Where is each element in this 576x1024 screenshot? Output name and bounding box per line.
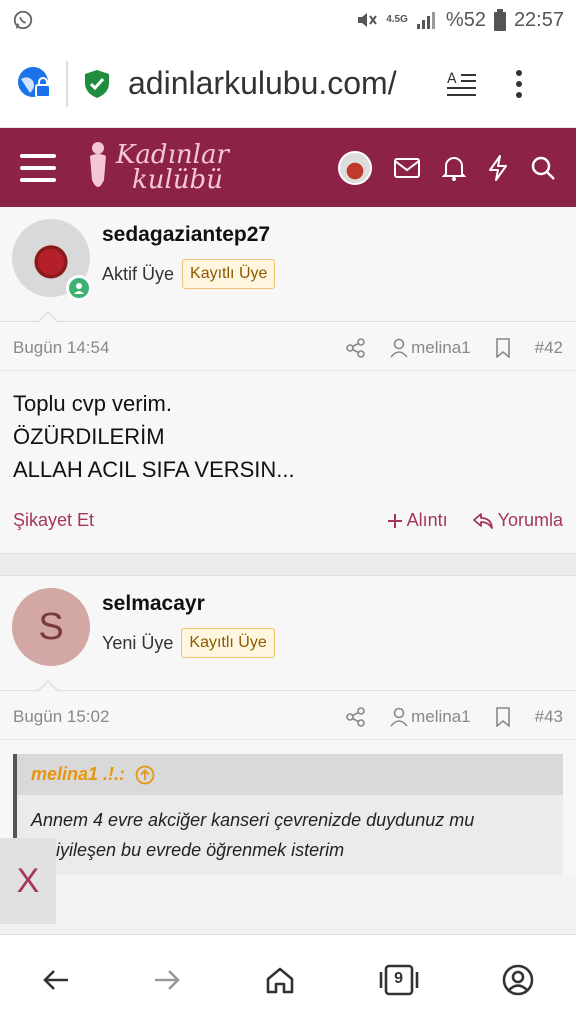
bookmark-icon[interactable] bbox=[495, 707, 511, 727]
user-avatar[interactable] bbox=[338, 150, 372, 185]
user-rank: Aktif Üye bbox=[102, 263, 175, 284]
post-time[interactable]: Bugün 15:02 bbox=[13, 707, 109, 727]
quote-author: melina1 .!.: bbox=[31, 764, 126, 784]
browser-bottom-nav: 9 bbox=[0, 934, 576, 1024]
logo-line2: kulübü bbox=[132, 164, 223, 195]
quote-button[interactable]: Alıntı bbox=[387, 510, 448, 531]
mail-icon[interactable] bbox=[394, 157, 420, 178]
quote-line: Annem 4 evre akciğer kanseri çevrenizde … bbox=[31, 810, 475, 830]
post-user-block: S selmacayr Yeni Üye Kayıtlı Üye bbox=[0, 576, 576, 690]
post-number[interactable]: #42 bbox=[535, 338, 563, 358]
plus-icon bbox=[387, 513, 402, 528]
quote-label: Alıntı bbox=[406, 510, 448, 530]
tabs-count: 9 bbox=[394, 969, 404, 987]
quote-block: melina1 .!.: Annem 4 evre akciğer kanser… bbox=[13, 754, 563, 875]
quote-line: bu iyileşen bu evrede öğrenmek isterim bbox=[31, 840, 345, 860]
user-rank: Yeni Üye bbox=[102, 632, 174, 653]
post-line: Toplu cvp verim. bbox=[13, 391, 172, 416]
divider bbox=[0, 680, 576, 691]
url-divider bbox=[66, 60, 68, 107]
thread-content: sedagaziantep27 Aktif Üye Kayıtlı Üye Bu… bbox=[0, 207, 576, 934]
reply-label: Yorumla bbox=[497, 510, 563, 530]
share-icon[interactable] bbox=[346, 338, 366, 358]
post-42: sedagaziantep27 Aktif Üye Kayıtlı Üye Bu… bbox=[0, 207, 576, 554]
reply-button[interactable]: Yorumla bbox=[472, 510, 563, 531]
user-avatar[interactable]: S bbox=[12, 588, 90, 666]
post-number[interactable]: #43 bbox=[535, 707, 563, 727]
post-time[interactable]: Bugün 14:54 bbox=[13, 338, 109, 358]
svg-text:A: A bbox=[447, 71, 457, 87]
user-icon bbox=[390, 707, 408, 727]
globe-lock-icon[interactable] bbox=[16, 65, 54, 103]
bell-icon[interactable] bbox=[442, 155, 466, 181]
post-separator bbox=[0, 554, 576, 576]
close-ad-button[interactable]: X bbox=[0, 838, 56, 924]
bookmark-icon[interactable] bbox=[495, 338, 511, 358]
logo-line1: Kadınlar bbox=[116, 139, 229, 170]
shield-check-icon bbox=[84, 69, 110, 99]
quoted-user[interactable]: melina1 bbox=[390, 707, 471, 727]
post-line: ALLAH ACIL SIFA VERSIN... bbox=[13, 457, 295, 482]
signal-icon bbox=[416, 10, 438, 30]
whatsapp-icon bbox=[12, 9, 34, 31]
clock: 22:57 bbox=[513, 8, 564, 31]
hamburger-menu-icon[interactable] bbox=[20, 153, 56, 182]
lightning-icon[interactable] bbox=[488, 154, 508, 181]
quote-header[interactable]: melina1 .!.: bbox=[17, 754, 563, 795]
quote-body: Annem 4 evre akciğer kanseri çevrenizde … bbox=[17, 795, 563, 875]
user-badge: Kayıtlı Üye bbox=[182, 259, 276, 289]
post-line: ÖZÜRDILERİM bbox=[13, 424, 165, 449]
url-field[interactable]: adinlarkulubu.com/ bbox=[128, 65, 433, 102]
battery-icon bbox=[493, 9, 506, 31]
site-logo[interactable]: Kadınlar kulübü bbox=[84, 140, 229, 196]
network-label: 4.5G bbox=[386, 14, 408, 25]
post-43: S selmacayr Yeni Üye Kayıtlı Üye Bugün 1… bbox=[0, 576, 576, 875]
battery-percent: %52 bbox=[445, 8, 486, 31]
reply-icon bbox=[472, 512, 493, 529]
tabs-icon[interactable]: 9 bbox=[379, 964, 419, 996]
user-avatar[interactable] bbox=[12, 219, 92, 301]
username[interactable]: sedagaziantep27 bbox=[102, 223, 275, 247]
post-meta: Bugün 15:02 melina1 #43 bbox=[0, 691, 576, 740]
divider bbox=[0, 311, 576, 322]
site-header: Kadınlar kulübü bbox=[0, 128, 576, 207]
home-icon[interactable] bbox=[265, 966, 295, 994]
user-icon bbox=[390, 338, 408, 358]
logo-figure-icon bbox=[90, 141, 106, 187]
user-badge: Kayıtlı Üye bbox=[181, 628, 275, 658]
mute-icon bbox=[356, 10, 378, 30]
report-link[interactable]: Şikayet Et bbox=[13, 510, 94, 531]
username[interactable]: selmacayr bbox=[102, 592, 275, 616]
reader-mode-icon[interactable]: A bbox=[447, 70, 477, 98]
search-icon[interactable] bbox=[530, 155, 556, 181]
online-status-icon bbox=[66, 275, 92, 301]
forward-arrow-icon[interactable] bbox=[153, 968, 181, 992]
more-menu-icon[interactable] bbox=[515, 69, 523, 98]
arrow-up-circle-icon[interactable] bbox=[135, 765, 155, 785]
share-icon[interactable] bbox=[346, 707, 366, 727]
quoted-user[interactable]: melina1 bbox=[390, 338, 471, 358]
browser-bar: adinlarkulubu.com/ A bbox=[0, 40, 576, 128]
post-user-block: sedagaziantep27 Aktif Üye Kayıtlı Üye bbox=[0, 207, 576, 321]
back-arrow-icon[interactable] bbox=[42, 968, 70, 992]
post-body: Toplu cvp verim. ÖZÜRDILERİM ALLAH ACIL … bbox=[0, 371, 576, 496]
quoted-user-name: melina1 bbox=[411, 707, 471, 726]
quoted-user-name: melina1 bbox=[411, 338, 471, 357]
status-bar: 4.5G %52 22:57 bbox=[0, 0, 576, 40]
account-icon[interactable] bbox=[502, 964, 534, 996]
post-meta: Bugün 14:54 melina1 #42 bbox=[0, 322, 576, 371]
post-actions: Şikayet Et Alıntı Yorumla bbox=[0, 496, 576, 553]
